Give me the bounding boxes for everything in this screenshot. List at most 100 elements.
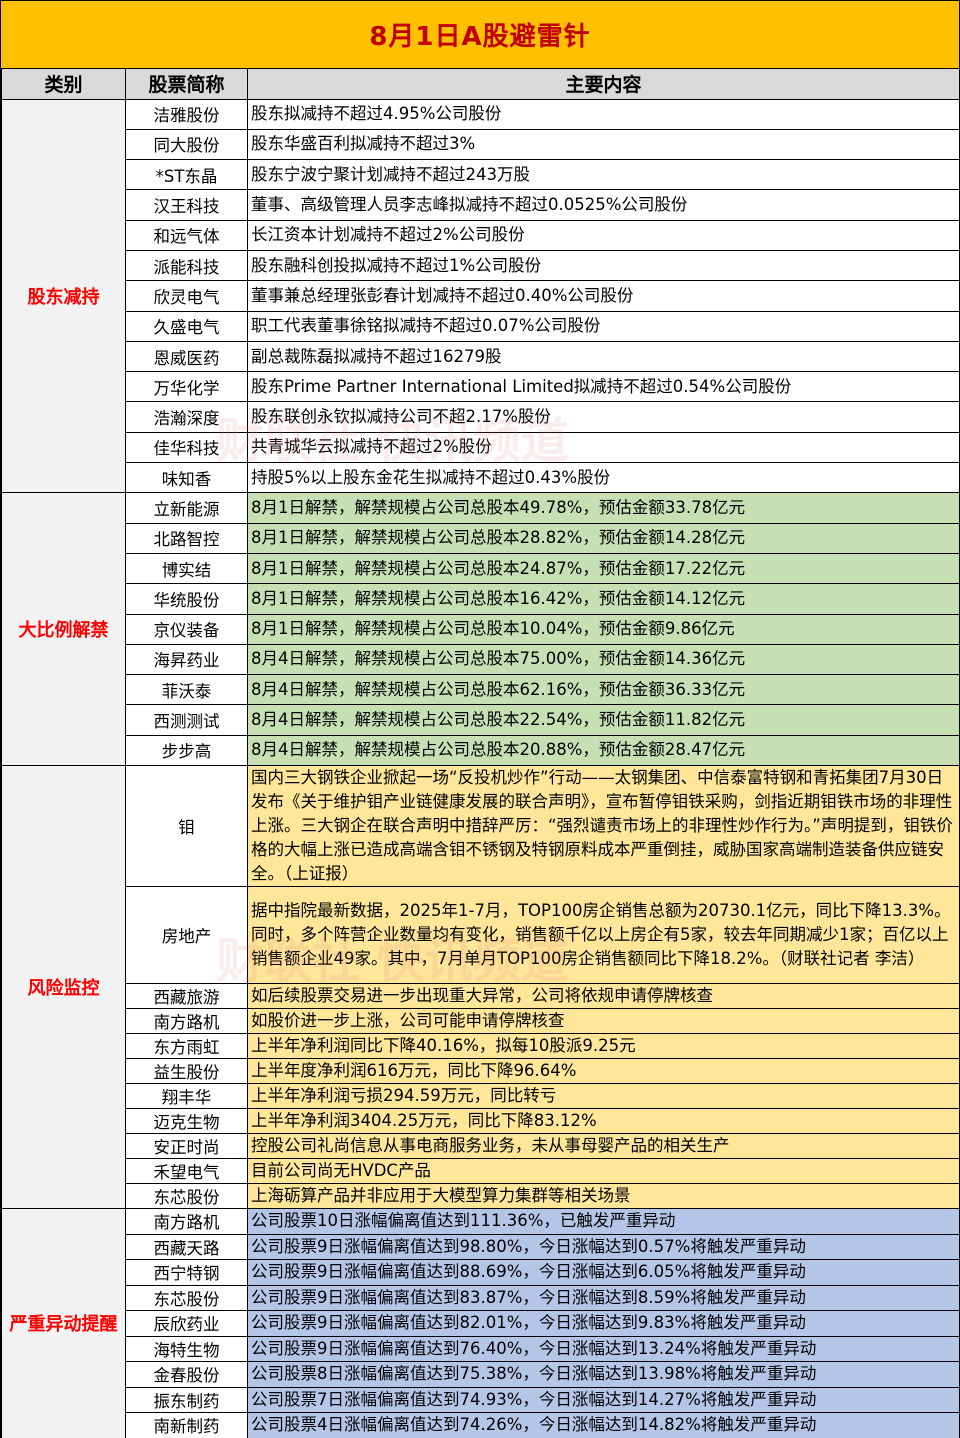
content-cell: 上半年净利润同比下降40.16%，拟每10股派9.25元	[247, 1033, 960, 1060]
stock-name: 味知香	[125, 462, 248, 494]
table-row: 振东制药 公司股票7日涨幅偏离值达到74.93%，今日涨幅达到14.27%将触发严…	[2, 1386, 960, 1414]
stock-name: 西藏天路	[125, 1233, 248, 1261]
table-row: 股东减持 洁雅股份 股东拟减持不超过4.95%公司股份	[1, 98, 960, 494]
stock-name: 钼	[125, 765, 248, 888]
stock-name: 南方路机	[125, 1208, 248, 1235]
content-cell: 公司股票7日涨幅偏离值达到74.93%，今日涨幅达到14.27%将触发严重异动	[247, 1386, 960, 1414]
stock-name: 同大股份	[125, 128, 248, 161]
table-row: 同大股份 股东华盛百利拟减持不超过3%	[2, 128, 960, 161]
category-cell-severe-anomaly: 严重异动提醒	[1, 1208, 126, 1438]
content-cell: 公司股票9日涨幅偏离值达到98.80%，今日涨幅达到0.57%将触发严重异动	[247, 1233, 960, 1261]
content-cell: 股东宁波宁聚计划减持不超过243万股	[247, 159, 960, 191]
content-cell: 上半年净利润亏损294.59万元，同比转亏	[247, 1083, 960, 1110]
content-cell: 上海砺算产品并非应用于大模型算力集群等相关场景	[247, 1183, 960, 1210]
header-content: 主要内容	[247, 69, 960, 100]
stock-name: 京仪装备	[125, 613, 248, 645]
table-row: 安正时尚 控股公司礼尚信息从事电商服务业务，未从事母婴产品的相关生产	[2, 1133, 960, 1160]
table-row: 北路智控 8月1日解禁，解禁规模占公司总股本28.82%，预估金额14.28亿元	[2, 522, 960, 554]
table-row: 佳华科技 共青城华云拟减持不超过2%股份	[2, 431, 960, 464]
content-cell: 持股5%以上股东金花生拟减持不超过0.43%股份	[247, 462, 960, 494]
table-row: 房地产 据中指院最新数据，2025年1-7月，TOP100房企销售总额为20730…	[2, 886, 960, 985]
stock-name: 菲沃泰	[125, 674, 248, 706]
content-cell: 股东Prime Partner International Limited拟减持…	[247, 371, 960, 403]
content-cell: 8月1日解禁，解禁规模占公司总股本24.87%，预估金额17.22亿元	[247, 552, 960, 585]
stock-name: 恩威医药	[125, 340, 248, 373]
content-cell: 8月1日解禁，解禁规模占公司总股本16.42%，预估金额14.12亿元	[247, 583, 960, 615]
category-cell-large-unlock: 大比例解禁	[1, 492, 126, 767]
stock-name: 北路智控	[125, 522, 248, 554]
stock-name: 安正时尚	[125, 1133, 248, 1160]
table-row: 西藏天路 公司股票9日涨幅偏离值达到98.80%，今日涨幅达到0.57%将触发严重…	[2, 1233, 960, 1261]
stock-name: 东芯股份	[125, 1183, 248, 1210]
content-cell: 目前公司尚无HVDC产品	[247, 1158, 960, 1185]
category-cell-shareholder-reduction: 股东减持	[1, 98, 126, 494]
table-row: 大比例解禁 立新能源 8月1日解禁，解禁规模占公司总股本49.78%，预估金额3…	[1, 492, 960, 767]
page-title: 8月1日A股避雷针	[1, 1, 959, 69]
stock-name: 房地产	[125, 886, 248, 985]
content-cell: 8月4日解禁，解禁规模占公司总股本75.00%，预估金额14.36亿元	[247, 643, 960, 676]
category-cell-risk-monitor: 风险监控	[1, 765, 126, 1210]
table-row: 欣灵电气 董事兼总经理张彭春计划减持不超过0.40%公司股份	[2, 280, 960, 312]
content-cell: 公司股票9日涨幅偏离值达到76.40%，今日涨幅达到13.24%将触发严重异动	[247, 1335, 960, 1363]
stock-name: 洁雅股份	[125, 98, 248, 130]
content-cell: 8月1日解禁，解禁规模占公司总股本28.82%，预估金额14.28亿元	[247, 522, 960, 554]
content-cell: 8月4日解禁，解禁规模占公司总股本20.88%，预估金额28.47亿元	[247, 734, 960, 767]
table-header-row: 类别 股票简称 主要内容	[1, 69, 960, 100]
table-row: 菲沃泰 8月4日解禁，解禁规模占公司总股本62.16%，预估金额36.33亿元	[2, 674, 960, 706]
stock-name: 华统股份	[125, 583, 248, 615]
stock-name: 久盛电气	[125, 310, 248, 342]
table-row: 西测测试 8月4日解禁，解禁规模占公司总股本22.54%，预估金额11.82亿元	[2, 704, 960, 736]
table-row: 华统股份 8月1日解禁，解禁规模占公司总股本16.42%，预估金额14.12亿元	[2, 583, 960, 615]
table-row: 东方雨虹 上半年净利润同比下降40.16%，拟每10股派9.25元	[2, 1033, 960, 1060]
stock-name: 海特生物	[125, 1335, 248, 1363]
content-cell: 职工代表董事徐铭拟减持不超过0.07%公司股份	[247, 310, 960, 342]
table-row: 南方路机 如股价进一步上涨，公司可能申请停牌核查	[2, 1008, 960, 1035]
content-cell: 8月1日解禁，解禁规模占公司总股本10.04%，预估金额9.86亿元	[247, 613, 960, 645]
table-row: 益生股份 上半年度净利润616万元，同比下降96.64%	[2, 1058, 960, 1085]
avoid-risk-sheet: 8月1日A股避雷针 类别 股票简称 主要内容 股东减持 洁雅股份 股东拟减持不超…	[0, 0, 960, 1438]
stock-name: 南新制药	[125, 1412, 248, 1438]
content-cell: 如后续股票交易进一步出现重大异常，公司将依规申请停牌核查	[247, 983, 960, 1010]
stock-name: 步步高	[125, 734, 248, 767]
content-cell: 公司股票8日涨幅偏离值达到75.38%，今日涨幅达到13.98%将触发严重异动	[247, 1361, 960, 1388]
content-cell: 据中指院最新数据，2025年1-7月，TOP100房企销售总额为20730.1亿…	[247, 886, 960, 985]
content-cell: 公司股票9日涨幅偏离值达到83.87%，今日涨幅达到8.59%将触发严重异动	[247, 1284, 960, 1312]
stock-name: 立新能源	[125, 492, 248, 524]
content-cell: 8月4日解禁，解禁规模占公司总股本22.54%，预估金额11.82亿元	[247, 704, 960, 736]
content-cell: 公司股票4日涨幅偏离值达到74.26%，今日涨幅达到14.82%将触发严重异动	[247, 1412, 960, 1438]
content-cell: 共青城华云拟减持不超过2%股份	[247, 431, 960, 464]
header-stock: 股票简称	[125, 69, 248, 100]
content-cell: 国内三大钢铁企业掀起一场“反投机炒作”行动——太钢集团、中信泰富特钢和青拓集团7…	[247, 765, 960, 888]
table-row: 南新制药 公司股票4日涨幅偏离值达到74.26%，今日涨幅达到14.82%将触发严…	[2, 1412, 960, 1438]
table-row: 东芯股份 公司股票9日涨幅偏离值达到83.87%，今日涨幅达到8.59%将触发严重…	[2, 1284, 960, 1312]
content-cell: 8月4日解禁，解禁规模占公司总股本62.16%，预估金额36.33亿元	[247, 674, 960, 706]
table-row: 京仪装备 8月1日解禁，解禁规模占公司总股本10.04%，预估金额9.86亿元	[2, 613, 960, 645]
stock-name: 东方雨虹	[125, 1033, 248, 1060]
table-row: 辰欣药业 公司股票9日涨幅偏离值达到82.01%，今日涨幅达到9.83%将触发严重…	[2, 1310, 960, 1337]
table-row: *ST东晶 股东宁波宁聚计划减持不超过243万股	[2, 159, 960, 191]
table-row: 西藏旅游 如后续股票交易进一步出现重大异常，公司将依规申请停牌核查	[2, 983, 960, 1010]
content-cell: 长江资本计划减持不超过2%公司股份	[247, 219, 960, 251]
content-cell: 8月1日解禁，解禁规模占公司总股本49.78%，预估金额33.78亿元	[247, 492, 960, 524]
table-row: 恩威医药 副总裁陈磊拟减持不超过16279股	[2, 340, 960, 373]
table-row: 派能科技 股东融科创投拟减持不超过1%公司股份	[2, 249, 960, 282]
table-row: 金春股份 公司股票8日涨幅偏离值达到75.38%，今日涨幅达到13.98%将触发严…	[2, 1361, 960, 1388]
stock-name: 西宁特钢	[125, 1259, 248, 1286]
content-cell: 股东华盛百利拟减持不超过3%	[247, 128, 960, 161]
content-cell: 董事兼总经理张彭春计划减持不超过0.40%公司股份	[247, 280, 960, 312]
table-row: 严重异动提醒 南方路机 公司股票10日涨幅偏离值达到111.36%，已触发严重异…	[1, 1208, 960, 1438]
content-cell: 股东拟减持不超过4.95%公司股份	[247, 98, 960, 130]
table-row: 味知香 持股5%以上股东金花生拟减持不超过0.43%股份	[2, 462, 960, 494]
table-row: 禾望电气 目前公司尚无HVDC产品	[2, 1158, 960, 1185]
table-row: 翔丰华 上半年净利润亏损294.59万元，同比转亏	[2, 1083, 960, 1110]
content-cell: 如股价进一步上涨，公司可能申请停牌核查	[247, 1008, 960, 1035]
stock-name: 万华化学	[125, 371, 248, 403]
stock-name: 金春股份	[125, 1361, 248, 1388]
stock-name: 振东制药	[125, 1386, 248, 1414]
table-row: 风险监控 钼 国内三大钢铁企业掀起一场“反投机炒作”行动——太钢集团、中信泰富特…	[1, 765, 960, 1210]
stock-name: 派能科技	[125, 249, 248, 282]
table-row: 汉王科技 董事、高级管理人员李志峰拟减持不超过0.0525%公司股份	[2, 189, 960, 221]
stock-name: 辰欣药业	[125, 1310, 248, 1337]
stock-name: 海昇药业	[125, 643, 248, 676]
stock-name: 南方路机	[125, 1008, 248, 1035]
